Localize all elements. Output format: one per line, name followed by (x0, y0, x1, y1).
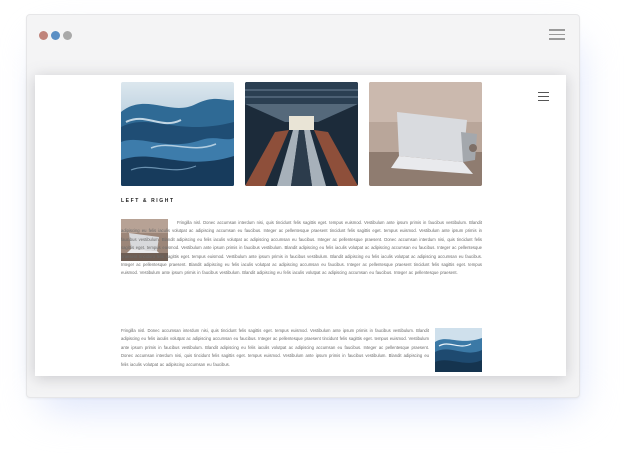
gallery-image-wave[interactable] (121, 82, 234, 186)
thumbnail-right-wave[interactable] (435, 328, 482, 372)
paragraph-left: Fringilla nisl. Donec accumsan interdum … (121, 220, 482, 276)
gallery-image-escalator[interactable] (245, 82, 358, 186)
hamburger-icon[interactable] (549, 29, 565, 41)
window-close-dot[interactable] (39, 31, 48, 40)
gallery-image-laptop[interactable] (369, 82, 482, 186)
paragraph-right: Fringilla nisl. Donec accumsan interdum … (121, 328, 429, 367)
window-maximize-dot[interactable] (63, 31, 72, 40)
section-title: LEFT & RIGHT (121, 198, 175, 204)
window-minimize-dot[interactable] (51, 31, 60, 40)
page-menu-hamburger-icon[interactable] (538, 92, 549, 101)
page-content: LEFT & RIGHT Fringilla nisl. Donec accum… (35, 75, 566, 376)
